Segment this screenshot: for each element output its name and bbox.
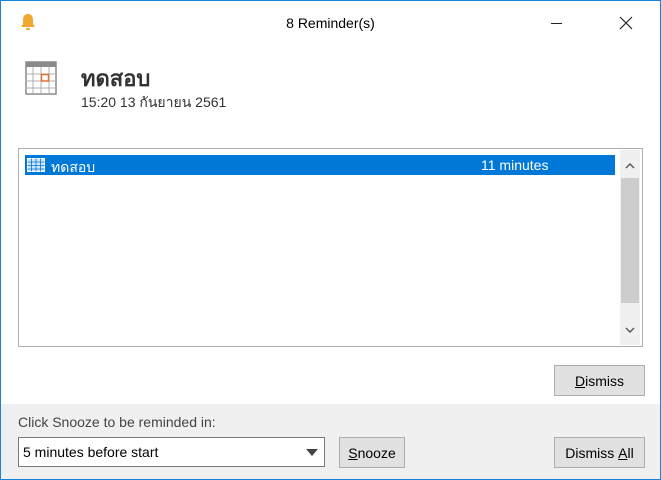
dismiss-all-label-pre: Dismiss: [565, 444, 619, 461]
snooze-label-post: nooze: [357, 444, 396, 461]
dismiss-label-post: ismiss: [585, 372, 624, 389]
minimize-button[interactable]: [533, 1, 579, 45]
dropdown-arrow-icon: [306, 449, 318, 456]
reminder-datetime: 15:20 13 กันยายน 2561: [81, 94, 227, 110]
dismiss-button[interactable]: Dismiss: [554, 365, 645, 396]
reminder-subject: ทดสอบ: [81, 66, 151, 91]
chevron-up-icon: [625, 163, 635, 169]
reminder-window: 8 Reminder(s) ทดสอบ 15:20 13 กันยายน 256…: [0, 0, 661, 480]
snooze-time-value: 5 minutes before start: [23, 444, 159, 460]
close-icon: [619, 16, 633, 30]
dismiss-label-accel: D: [574, 372, 586, 389]
list-item-due: 11 minutes: [481, 157, 549, 173]
calendar-icon: [25, 61, 57, 95]
snooze-button[interactable]: Snooze: [339, 437, 405, 468]
close-button[interactable]: [603, 1, 649, 45]
snooze-label-accel: S: [348, 444, 358, 461]
title-bar[interactable]: 8 Reminder(s): [1, 1, 660, 45]
chevron-down-icon: [625, 327, 635, 333]
scroll-up-button[interactable]: [620, 156, 640, 176]
scroll-down-button[interactable]: [620, 320, 640, 340]
snooze-label: Click Snooze to be reminded in:: [18, 414, 216, 430]
snooze-footer: Click Snooze to be reminded in: 5 minute…: [1, 404, 660, 479]
reminder-list[interactable]: ทดสอบ 11 minutes: [18, 148, 643, 347]
list-item-subject: ทดสอบ: [51, 159, 96, 175]
snooze-time-select[interactable]: 5 minutes before start: [18, 437, 325, 467]
list-item[interactable]: ทดสอบ 11 minutes: [25, 155, 615, 175]
dismiss-all-label-accel: A: [618, 444, 628, 461]
calendar-item-icon: [27, 158, 45, 172]
minimize-icon: [550, 22, 562, 24]
vertical-scrollbar[interactable]: [620, 150, 640, 345]
dismiss-all-label-post: ll: [627, 444, 634, 461]
scrollbar-thumb[interactable]: [621, 178, 639, 303]
dismiss-all-button[interactable]: Dismiss All: [554, 437, 645, 468]
